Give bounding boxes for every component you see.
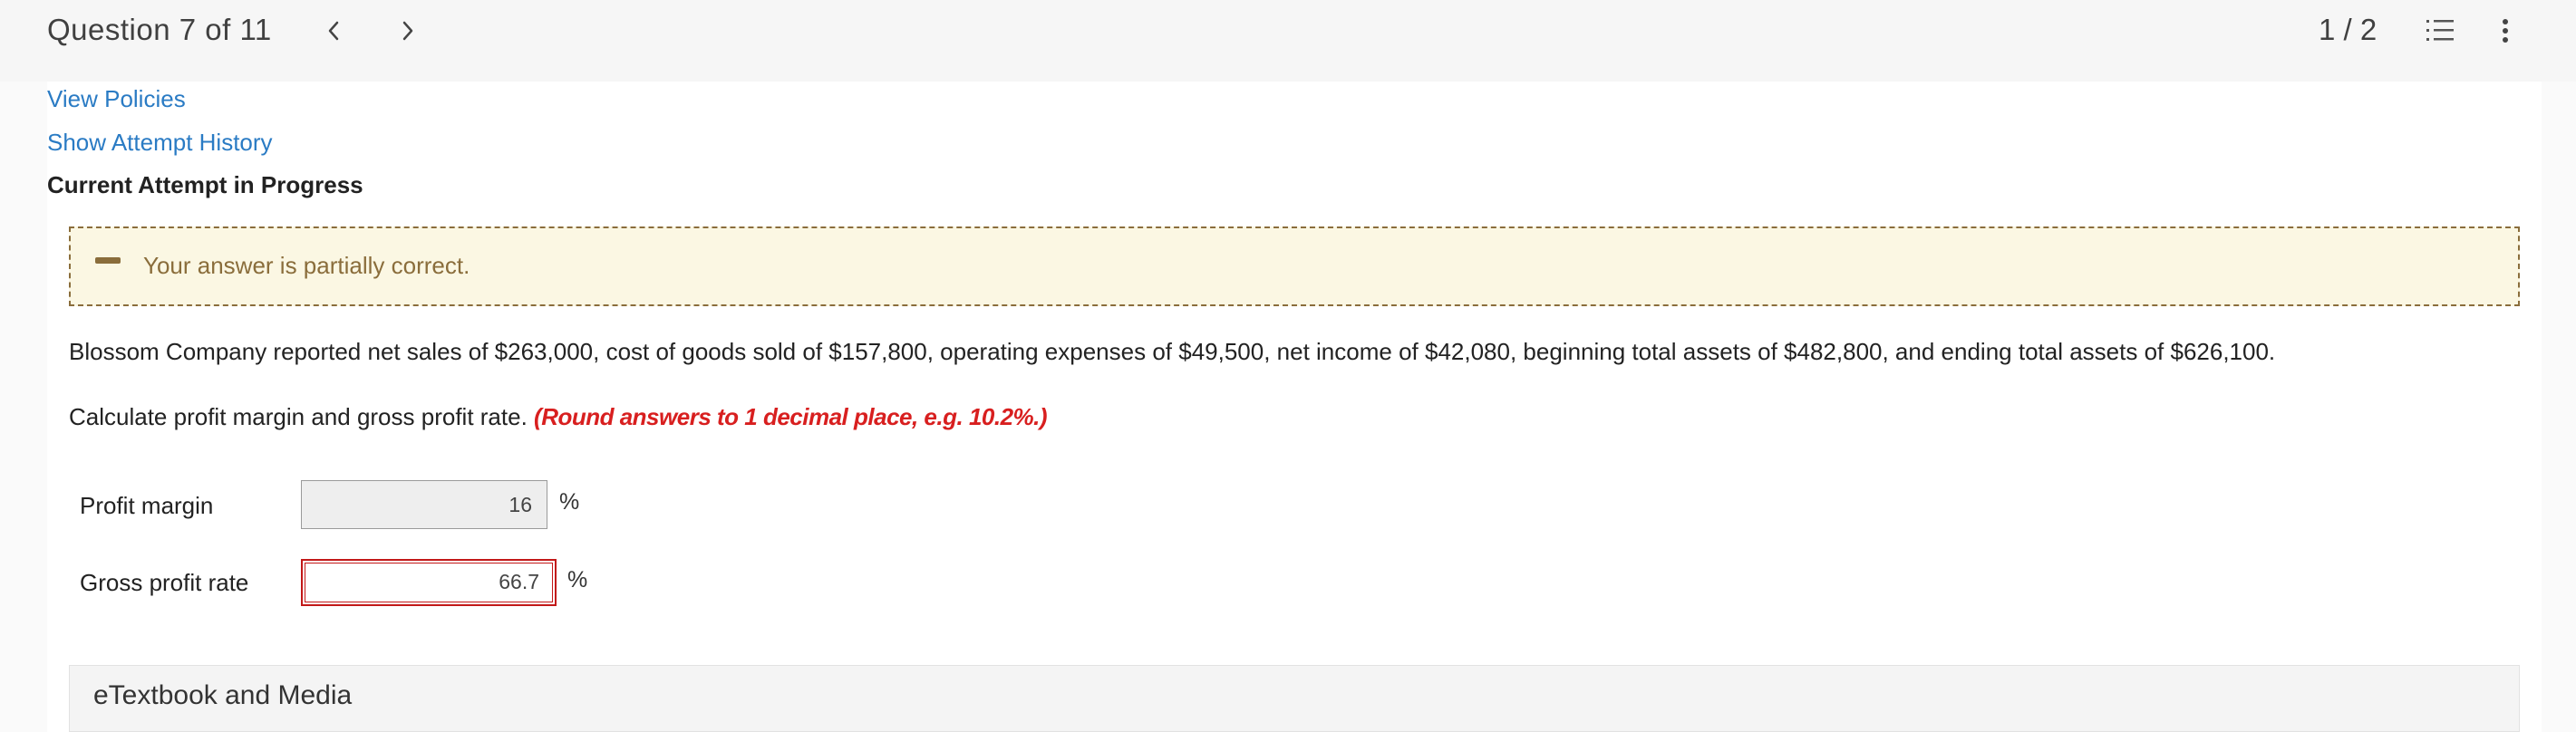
- profit-margin-label: Profit margin: [80, 492, 214, 519]
- attempt-status: Current Attempt in Progress: [47, 171, 363, 198]
- more-options-button[interactable]: [2487, 13, 2523, 49]
- problem-instruction: Calculate profit margin and gross profit…: [69, 403, 1048, 431]
- gross-profit-rate-value: 66.7: [305, 563, 553, 602]
- chevron-right-icon: [402, 21, 413, 41]
- etextbook-media-label: eTextbook and Media: [93, 680, 353, 710]
- question-content: View Policies Show Attempt History Curre…: [47, 82, 2542, 732]
- etextbook-media-panel[interactable]: eTextbook and Media: [69, 665, 2520, 732]
- previous-question-button[interactable]: [315, 11, 352, 51]
- question-title: Question 7 of 11: [47, 13, 272, 46]
- gross-profit-rate-label: Gross profit rate: [80, 569, 249, 596]
- profit-margin-unit: %: [559, 489, 580, 515]
- problem-statement: Blossom Company reported net sales of $2…: [69, 338, 2276, 365]
- more-vertical-icon: [2503, 19, 2508, 43]
- top-bar: Question 7 of 11 1 / 2: [0, 0, 2576, 82]
- view-policies-link[interactable]: View Policies: [47, 85, 186, 113]
- gross-profit-rate-input[interactable]: 66.7: [301, 559, 557, 606]
- feedback-banner: Your answer is partially correct.: [69, 226, 2520, 306]
- show-attempt-history-link[interactable]: Show Attempt History: [47, 129, 273, 157]
- page-counter: 1 / 2: [2319, 13, 2377, 46]
- partial-correct-dash-icon: [95, 257, 121, 264]
- chevron-left-icon: [328, 21, 339, 41]
- next-question-button[interactable]: [390, 11, 426, 51]
- instruction-text: Calculate profit margin and gross profit…: [69, 403, 528, 430]
- question-list-button[interactable]: [2422, 13, 2458, 49]
- gross-profit-rate-unit: %: [567, 567, 588, 592]
- profit-margin-input[interactable]: 16: [301, 480, 547, 529]
- numbered-list-icon: [2426, 20, 2454, 41]
- rounding-note: (Round answers to 1 decimal place, e.g. …: [534, 403, 1048, 430]
- feedback-message: Your answer is partially correct.: [143, 252, 470, 279]
